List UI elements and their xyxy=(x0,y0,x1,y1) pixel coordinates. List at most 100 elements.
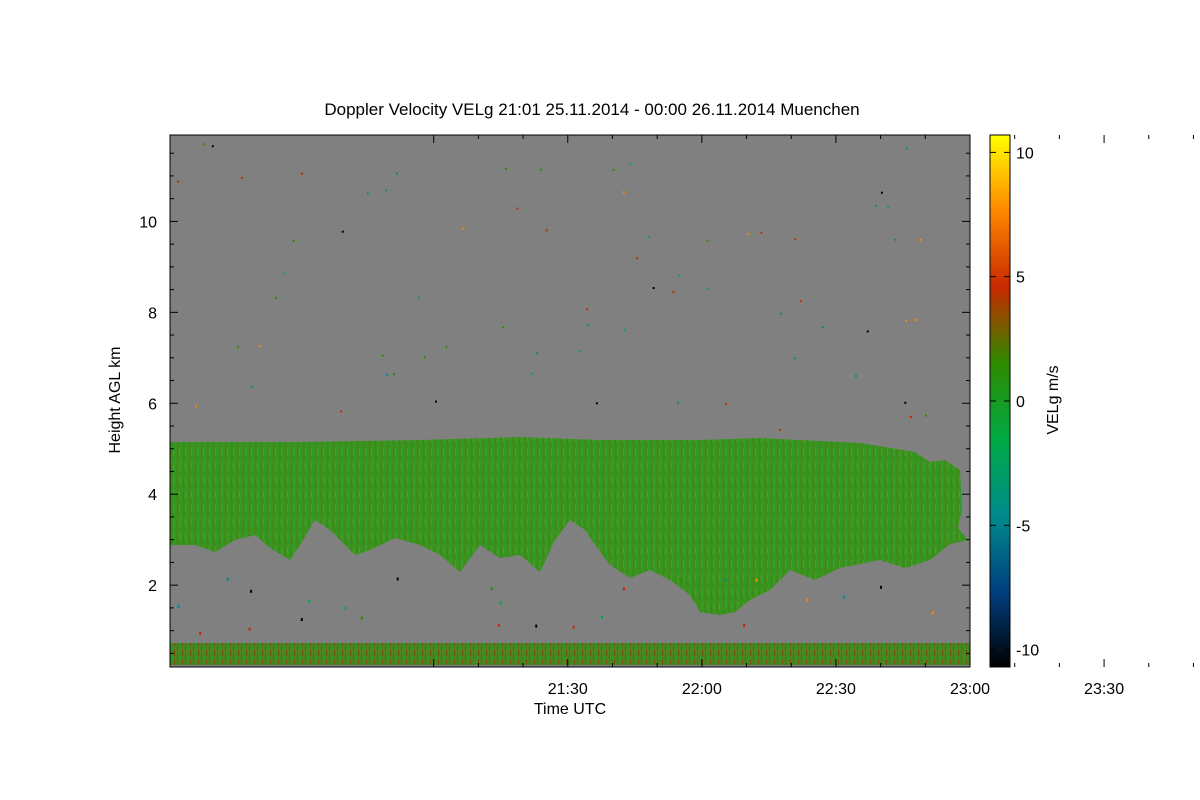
speckle-point xyxy=(344,606,347,610)
speckle-point xyxy=(292,240,295,242)
chart-title: Doppler Velocity VELg 21:01 25.11.2014 -… xyxy=(324,100,859,119)
speckle-point xyxy=(490,587,493,591)
speckle-point xyxy=(535,352,538,355)
speckle-point xyxy=(706,239,709,242)
speckle-point xyxy=(821,326,824,329)
speckle-point xyxy=(396,172,398,175)
speckle-point xyxy=(258,345,261,347)
x-axis-label: Time UTC xyxy=(534,701,606,718)
near-surface-layer xyxy=(170,643,970,665)
colorbar-tick-label: 10 xyxy=(1016,145,1034,162)
colorbar: 10 5 0 -5 -10 VELg m/s xyxy=(989,134,1062,668)
y-tick-label: 6 xyxy=(148,396,157,413)
speckle-point xyxy=(392,373,395,376)
speckle-point xyxy=(251,386,254,388)
speckle-point xyxy=(612,168,615,171)
speckle-point xyxy=(780,312,782,315)
speckle-point xyxy=(587,324,590,327)
speckle-point xyxy=(578,350,581,353)
speckle-point xyxy=(724,578,727,582)
speckle-point xyxy=(677,401,680,404)
speckle-point xyxy=(672,291,675,294)
speckle-point xyxy=(504,167,507,170)
speckle-point xyxy=(195,405,198,408)
speckle-point xyxy=(866,330,869,333)
speckle-point xyxy=(341,230,344,233)
y-tick-label: 10 xyxy=(139,214,157,231)
speckle-point xyxy=(381,354,384,357)
speckle-point xyxy=(199,632,202,635)
speckle-point xyxy=(386,373,389,376)
speckle-point xyxy=(909,416,912,418)
speckle-point xyxy=(308,599,310,603)
speckle-point xyxy=(595,402,598,405)
y-tick-label: 8 xyxy=(148,305,157,322)
speckle-point xyxy=(586,308,589,311)
speckle-point xyxy=(680,578,683,582)
speckle-point xyxy=(283,272,286,275)
speckle-point xyxy=(340,410,343,413)
speckle-point xyxy=(894,238,897,241)
x-tick-label: 23:00 xyxy=(950,681,990,698)
speckle-point xyxy=(300,618,303,621)
speckle-point xyxy=(622,587,625,591)
speckle-point xyxy=(435,400,437,403)
speckle-point xyxy=(904,401,907,404)
speckle-point xyxy=(250,589,253,593)
speckle-point xyxy=(793,357,796,360)
speckle-point xyxy=(445,346,448,349)
speckle-point xyxy=(919,238,922,241)
speckle-point xyxy=(794,238,797,241)
speckle-point xyxy=(760,231,763,234)
speckle-point xyxy=(516,207,519,210)
doppler-velocity-chart: Doppler Velocity VELg 21:01 25.11.2014 -… xyxy=(107,100,1194,718)
speckle-point xyxy=(423,356,426,359)
speckle-point xyxy=(678,274,680,277)
speckle-point xyxy=(545,229,548,232)
colorbar-tick-label: -10 xyxy=(1016,643,1039,660)
speckle-point xyxy=(623,329,626,331)
speckle-point xyxy=(755,578,758,582)
speckle-point xyxy=(600,615,603,619)
speckle-point xyxy=(842,595,845,599)
speckle-point xyxy=(360,616,363,620)
x-tick-label: 23:30 xyxy=(1084,681,1124,698)
speckle-point xyxy=(743,624,746,628)
speckle-point xyxy=(855,375,857,377)
y-axis-label: Height AGL km xyxy=(107,346,124,453)
speckle-point xyxy=(502,326,505,329)
speckle-point xyxy=(806,598,809,602)
speckle-point xyxy=(875,204,878,207)
speckle-point xyxy=(497,624,500,627)
speckle-point xyxy=(905,147,908,150)
speckle-point xyxy=(572,625,575,629)
speckle-point xyxy=(396,577,399,581)
colorbar-tick-label: -5 xyxy=(1016,518,1030,535)
x-tick-label: 21:30 xyxy=(548,681,588,698)
speckle-point xyxy=(880,585,882,589)
speckle-point xyxy=(707,287,710,290)
speckle-point xyxy=(629,162,632,165)
speckle-point xyxy=(499,601,502,605)
y-tick-label: 2 xyxy=(148,578,157,595)
speckle-point xyxy=(652,287,655,290)
speckle-point xyxy=(539,168,542,171)
speckle-point xyxy=(887,206,890,209)
speckle-point xyxy=(799,300,802,303)
speckle-point xyxy=(914,318,917,321)
speckle-point xyxy=(366,192,369,195)
speckle-point xyxy=(622,191,625,194)
speckle-point xyxy=(203,143,206,146)
speckle-point xyxy=(300,172,303,175)
speckle-point xyxy=(905,319,907,322)
plot-area xyxy=(169,134,971,668)
speckle-point xyxy=(274,296,277,299)
speckle-point xyxy=(880,191,883,194)
colorbar-label: VELg m/s xyxy=(1045,365,1062,434)
speckle-point xyxy=(931,611,934,615)
speckle-point xyxy=(462,227,465,230)
speckle-point xyxy=(925,414,927,417)
x-tick-label: 22:00 xyxy=(682,681,722,698)
colorbar-tick-label: 0 xyxy=(1016,394,1025,411)
speckle-point xyxy=(647,236,650,238)
